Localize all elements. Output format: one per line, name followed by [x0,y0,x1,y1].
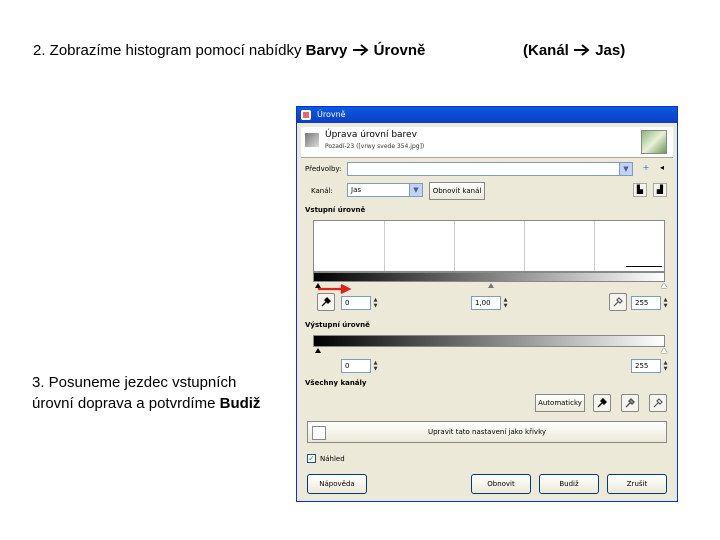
pick-white-button[interactable] [649,394,667,412]
reset-button[interactable]: Obnovit [471,474,531,494]
output-black-slider[interactable] [315,348,321,353]
pick-black-button[interactable] [593,394,611,412]
image-thumbnail [641,130,667,154]
chevron-down-icon: ▼ [619,163,632,175]
cancel-button[interactable]: Zrušit [607,474,667,494]
preview-checkbox[interactable]: ✓ [307,454,316,463]
dialog-header: Úprava úrovní barev Pozadí-23 ([vrwy sve… [301,127,673,158]
help-button[interactable]: Nápověda [307,474,367,494]
eyedropper-white-icon [653,398,663,408]
spin-arrows-icon[interactable]: ▲ ▼ [372,360,379,372]
spin-arrows-icon[interactable]: ▲ ▼ [662,360,669,372]
input-low-spinner[interactable]: 0 ▲ ▼ [341,296,377,310]
header-title: Úprava úrovní barev [325,130,417,140]
presets-combo[interactable]: ▼ [347,162,633,176]
spin-arrows-icon[interactable]: ▲ ▼ [502,297,509,309]
dialog-title: Úrovně [317,110,346,119]
edit-as-curves-button[interactable]: Upravit tato nastavení jako křivky [307,421,667,443]
step2-instruction: 2. Zobrazíme histogram pomocí nabídky Ba… [33,42,426,59]
add-preset-icon[interactable]: + [639,162,653,176]
pick-gray-button[interactable] [621,394,639,412]
channel-combo[interactable]: Jas ▼ [347,183,423,197]
input-levels-title: Vstupní úrovně [305,206,366,214]
channel-label: Kanál: [311,187,333,195]
input-gamma-slider[interactable] [488,283,494,288]
auto-button[interactable]: Automaticky [535,394,585,412]
arrow-right-icon [352,44,369,56]
input-gamma-spinner[interactable]: 1,00 ▲ ▼ [471,296,507,310]
reset-channel-button[interactable]: Obnovit kanál [429,182,485,200]
spin-arrows-icon[interactable]: ▲ ▼ [662,297,669,309]
input-gradient-bar [313,272,665,282]
histogram [313,220,665,272]
levels-dialog: Úrovně Úprava úrovní barev Pozadí-23 ([v… [296,106,678,502]
output-gradient-bar [313,335,665,347]
gimp-icon [301,110,311,120]
ok-button[interactable]: Budiž [539,474,599,494]
output-levels-title: Výstupní úrovně [305,321,370,329]
output-white-slider[interactable] [661,348,667,353]
spin-arrows-icon[interactable]: ▲ ▼ [372,297,379,309]
output-low-spinner[interactable]: 0 ▲ ▼ [341,359,377,373]
menu-barvy: Barvy [305,42,348,59]
eyedropper-white-icon [613,297,623,307]
preset-menu-icon[interactable]: ◂ [655,162,669,176]
levels-icon [305,133,319,147]
output-high-spinner[interactable]: 255 ▲ ▼ [631,359,667,373]
eyedropper-black-icon [597,398,607,408]
log-histogram-icon[interactable]: ▟ [653,183,667,197]
eyedropper-black-icon [321,297,331,307]
white-point-picker[interactable] [609,293,627,311]
curves-icon [312,426,326,440]
input-white-slider[interactable] [661,283,667,288]
header-subtitle: Pozadí-23 ([vrwy svede 354.jpg]) [325,143,425,150]
preview-label: Náhled [320,455,345,463]
black-point-picker[interactable] [317,293,335,311]
arrow-right-icon [574,44,590,56]
chevron-down-icon: ▼ [409,184,422,196]
histogram-peak [626,266,662,271]
presets-label: Předvolby: [305,165,342,173]
all-channels-title: Všechny kanály [305,379,367,387]
input-high-spinner[interactable]: 255 ▲ ▼ [631,296,667,310]
menu-urovne: Úrovně [373,42,426,59]
step2-channel-note: (Kanál Jas) [523,42,626,59]
step3-instruction: 3. Posuneme jezdec vstupních úrovní dopr… [32,374,261,412]
eyedropper-gray-icon [625,398,635,408]
dialog-titlebar[interactable]: Úrovně [297,107,677,123]
linear-histogram-icon[interactable]: ▙ [633,183,647,197]
